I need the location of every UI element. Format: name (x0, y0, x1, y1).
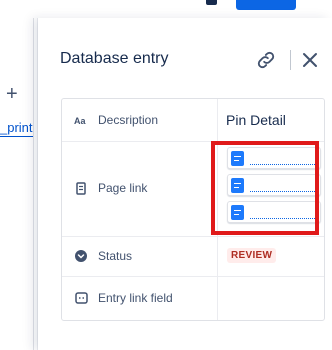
add-icon[interactable]: + (6, 84, 18, 104)
entry-link-field-label: Entry link field (98, 291, 173, 305)
status-label-group: Status (74, 249, 132, 263)
page-link-label: Page link (98, 181, 148, 195)
top-primary-button[interactable] (236, 0, 296, 10)
column-header-pin-detail: Pin Detail (226, 112, 286, 128)
svg-text:Aa: Aa (74, 116, 86, 125)
header-separator (290, 50, 291, 70)
page-link-label-group: Page link (74, 181, 147, 195)
background-page: + _print (0, 0, 40, 350)
status-badge[interactable]: REVIEW (227, 248, 277, 263)
table-header-row: Aa Decsription Pin Detail (62, 99, 324, 142)
table-row-entry-link-field: Entry link field (62, 276, 324, 320)
close-icon[interactable] (298, 48, 322, 72)
link-field-icon (74, 292, 88, 304)
entry-link-label-group: Entry link field (74, 291, 173, 305)
status-chevron-icon (74, 249, 88, 263)
top-toolbar-icon[interactable] (206, 0, 217, 5)
annotation-highlight-box (211, 141, 319, 235)
link-icon[interactable] (254, 48, 278, 72)
background-link[interactable]: _print (0, 120, 34, 137)
description-label-group: Aa Decsription (74, 113, 158, 127)
description-label: Decsription (98, 113, 159, 127)
page-icon (74, 181, 88, 195)
panel-title: Database entry (60, 50, 169, 67)
text-aa-icon: Aa (74, 115, 88, 125)
background-divider (33, 18, 34, 350)
table-row-status: Status REVIEW (62, 236, 324, 277)
status-label: Status (98, 249, 133, 263)
